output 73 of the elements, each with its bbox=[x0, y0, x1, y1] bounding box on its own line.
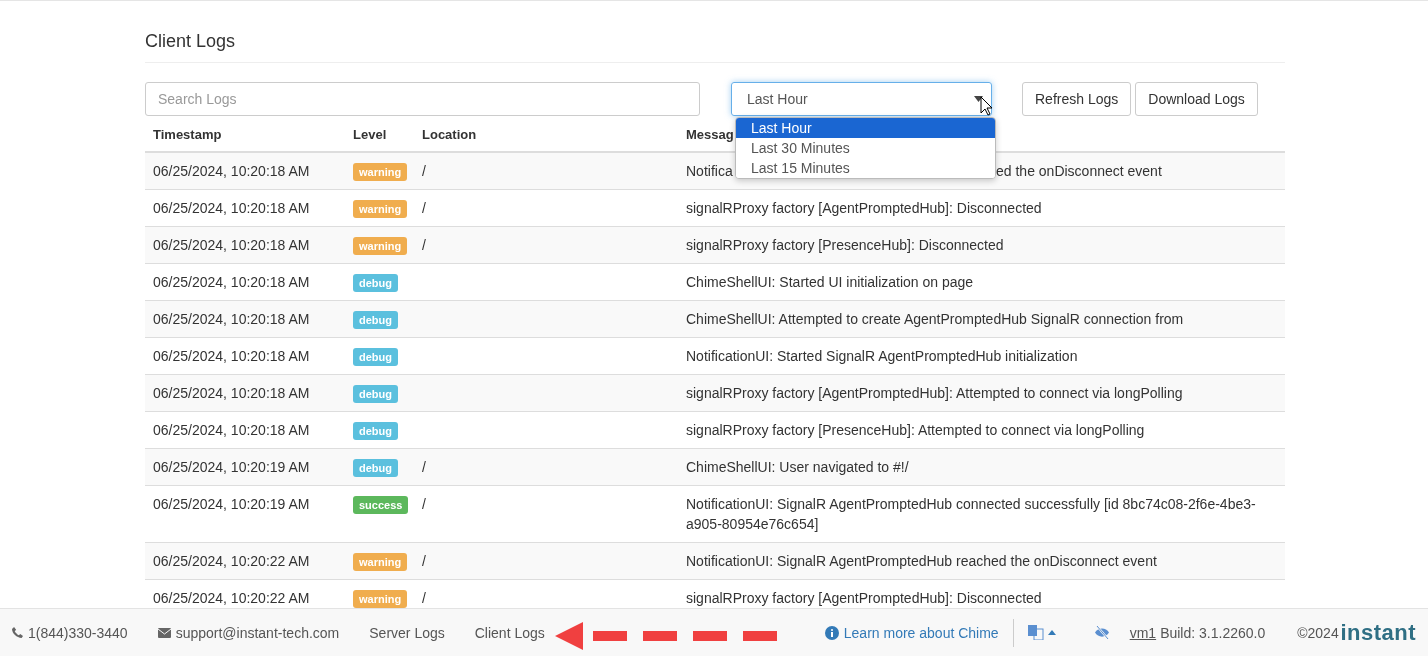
message-cell: NotificationUI: SignalR AgentPromptedHub reached the onDisconnect event bbox=[686, 553, 1157, 569]
support-email: support@instant-tech.com bbox=[175, 624, 340, 641]
column-header: Messag bbox=[686, 127, 734, 142]
level-badge: debug bbox=[353, 385, 398, 403]
location-cell: / bbox=[422, 590, 426, 606]
message-cell: NotificationUI: SignalR AgentPromptedHub connected successfully [id 8bc74c08-2f6e-4be3-a905-80954e76c654] bbox=[686, 496, 1256, 532]
timestamp-cell-text: 06/25/2024, 10:20:18 AM bbox=[152, 384, 311, 403]
timestamp-cell-text: 06/25/2024, 10:20:18 AM bbox=[152, 236, 311, 255]
level-badge: warning bbox=[353, 200, 408, 218]
download-button[interactable]: Download Logs bbox=[1135, 82, 1258, 116]
level-badge: warning bbox=[353, 590, 408, 608]
message-cell: ChimeShellUI: Attempted to create AgentPromptedHub SignalR connection from bbox=[686, 311, 1184, 327]
phone-icon bbox=[12, 627, 23, 638]
location-cell: / bbox=[422, 496, 426, 512]
timestamp-cell-text: 06/25/2024, 10:20:18 AM bbox=[152, 162, 311, 181]
level-badge: debug bbox=[353, 311, 398, 329]
level-badge: warning bbox=[353, 237, 408, 255]
location-cell: / bbox=[422, 553, 426, 569]
search-field[interactable]: Search Logs bbox=[145, 82, 700, 116]
location-cell: / bbox=[422, 459, 426, 475]
timestamp-cell-text: 06/25/2024, 10:20:19 AM bbox=[152, 458, 311, 477]
eye-slash-icon[interactable] bbox=[1093, 626, 1110, 639]
message-cell: signalRProxy factory [PresenceHub]: Attempted to connect via longPolling bbox=[686, 422, 1145, 438]
level-badge: debug bbox=[353, 459, 398, 477]
timestamp-cell-text: 06/25/2024, 10:20:18 AM bbox=[152, 273, 311, 292]
location-cell: / bbox=[422, 237, 426, 253]
message-cell: signalRProxy factory [PresenceHub]: Disconnected bbox=[686, 237, 1004, 253]
copyright: ©2024 bbox=[1297, 624, 1339, 641]
footer-link[interactable]: Client Logs bbox=[474, 624, 545, 641]
timestamp-cell-text: 06/25/2024, 10:20:18 AM bbox=[152, 347, 311, 366]
message-cell: signalRProxy factory [AgentPromptedHub]: Disconnected bbox=[686, 590, 1042, 606]
cursor-icon bbox=[980, 96, 993, 116]
level-badge: warning bbox=[353, 553, 408, 571]
host-link[interactable]: vm1 bbox=[1129, 624, 1157, 641]
timestamp-cell-text: 06/25/2024, 10:20:22 AM bbox=[152, 589, 311, 608]
message-cell: signalRProxy factory [AgentPromptedHub]: Disconnected bbox=[686, 200, 1042, 216]
message-cell: signalRProxy factory [AgentPromptedHub]: Attempted to connect via longPolling bbox=[686, 385, 1183, 401]
refresh-button[interactable]: Refresh Logs bbox=[1022, 82, 1132, 116]
language-button[interactable] bbox=[1027, 625, 1056, 640]
message-cell: ed the onDisconnect event bbox=[996, 163, 1162, 179]
dropdown-option[interactable]: Last Hour bbox=[736, 118, 995, 138]
level-badge: warning bbox=[353, 163, 408, 181]
level-badge: debug bbox=[353, 348, 398, 366]
timestamp-cell-text: 06/25/2024, 10:20:22 AM bbox=[152, 552, 311, 571]
message-cell: ChimeShellUI: Started UI initialization on page bbox=[686, 274, 974, 290]
column-header: Timestamp bbox=[153, 127, 222, 142]
learn-more-link[interactable]: Learn more about Chime bbox=[843, 624, 999, 641]
location-cell: / bbox=[422, 200, 426, 216]
dropdown-option[interactable]: Last 15 Minutes bbox=[736, 158, 995, 178]
level-badge: debug bbox=[353, 422, 398, 440]
timestamp-cell-text: 06/25/2024, 10:20:18 AM bbox=[152, 310, 311, 329]
level-badge: debug bbox=[353, 274, 398, 292]
message-cell-text: Notifica bbox=[686, 162, 734, 181]
time-range-select[interactable]: Last Hour bbox=[731, 82, 992, 116]
envelope-icon bbox=[157, 627, 171, 638]
caret-icon bbox=[1047, 630, 1056, 635]
timestamp-cell-text: 06/25/2024, 10:20:18 AM bbox=[152, 199, 311, 218]
level-badge: success bbox=[353, 496, 409, 514]
phone-number: 1(844)330-3440 bbox=[28, 624, 128, 641]
column-header: Location bbox=[422, 127, 477, 142]
build-version: Build: 3.1.2260.0 bbox=[1160, 624, 1266, 641]
instant-logo: instant bbox=[1340, 619, 1416, 646]
translate-icon bbox=[1027, 625, 1044, 640]
info-icon bbox=[824, 625, 839, 640]
timestamp-cell-text: 06/25/2024, 10:20:18 AM bbox=[152, 421, 311, 440]
footer-link[interactable]: Server Logs bbox=[369, 624, 445, 641]
message-cell: ChimeShellUI: User navigated to #!/ bbox=[686, 459, 909, 475]
timestamp-cell-text: 06/25/2024, 10:20:19 AM bbox=[152, 495, 311, 514]
page-title: Client Logs bbox=[145, 1, 1285, 63]
dropdown-option[interactable]: Last 30 Minutes bbox=[736, 138, 995, 158]
location-cell: / bbox=[422, 163, 426, 179]
column-header: Level bbox=[353, 127, 387, 142]
message-cell: NotificationUI: Started SignalR AgentPromptedHub initialization bbox=[686, 348, 1078, 364]
